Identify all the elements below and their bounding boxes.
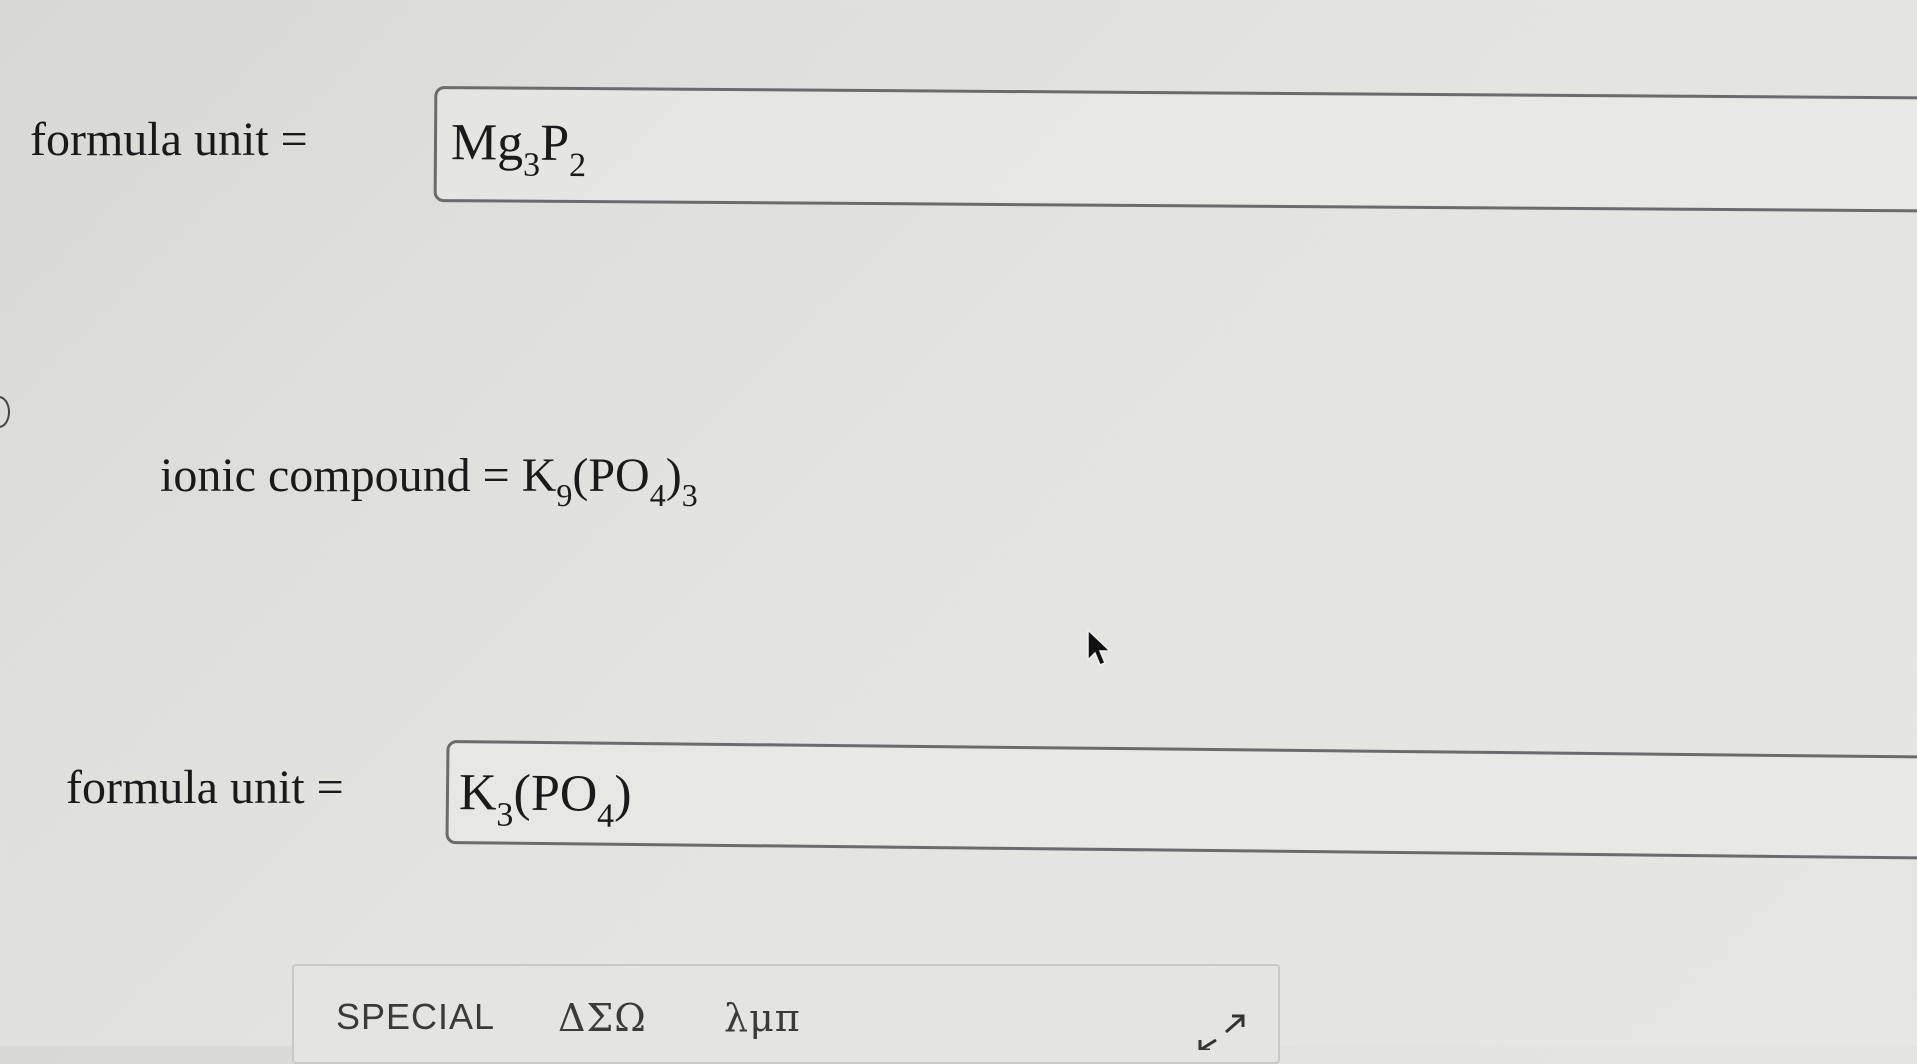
tab-special[interactable]: SPECIAL <box>336 996 495 1038</box>
formula-unit-label-2: formula unit = <box>66 761 344 814</box>
ionic-compound-label: ionic compound = <box>160 449 510 502</box>
tab-greek-lowercase[interactable]: λμπ <box>724 996 801 1040</box>
formula-unit-answer-box-1[interactable]: Mg3P2 <box>433 86 1917 213</box>
special-characters-toolbar: SPECIAL ΔΣΩ λμπ <box>292 964 1280 1064</box>
formula-unit-label-1: formula unit = <box>30 113 308 166</box>
tab-greek-uppercase[interactable]: ΔΣΩ <box>558 996 647 1040</box>
ionic-compound-expression: ionic compound = K9(PO4)3 <box>160 449 698 513</box>
formula-unit-answer-box-2[interactable]: K3(PO4) <box>445 740 1917 860</box>
mouse-pointer-icon <box>1086 628 1116 675</box>
formula-unit-answer-1: Mg3P2 <box>450 114 587 185</box>
ionic-compound-formula: K9(PO4)3 <box>521 449 698 513</box>
formula-unit-answer-2: K3(PO4) <box>458 764 632 835</box>
partial-radio-control[interactable] <box>0 396 10 428</box>
expand-arrow-icon[interactable] <box>1196 1010 1248 1055</box>
